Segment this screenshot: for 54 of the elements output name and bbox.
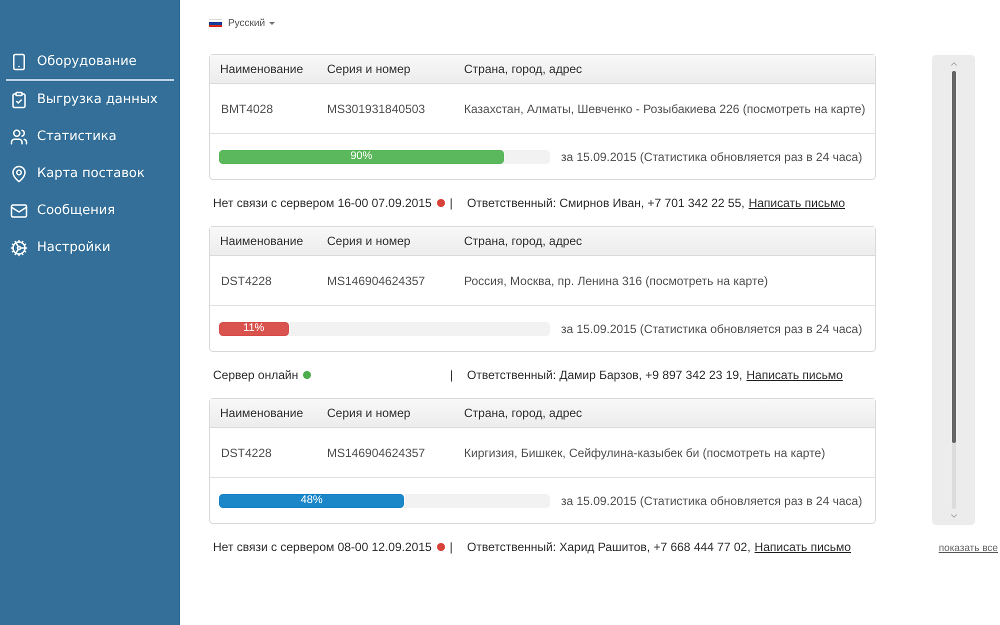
write-letter-link[interactable]: Написать письмо bbox=[754, 538, 851, 556]
sidebar-item[interactable]: Настройки bbox=[6, 229, 174, 266]
responsible-text: Ответственный: Смирнов Иван, +7 701 342 22 55, bbox=[467, 195, 745, 212]
server-status: Сервер онлайн bbox=[213, 367, 298, 384]
separator-text: | bbox=[450, 539, 453, 556]
menu-icon bbox=[10, 128, 28, 146]
server-status: Нет связи с сервером 08-00 12.09.2015 bbox=[213, 539, 432, 556]
sidebar-item[interactable]: Оборудование bbox=[6, 44, 174, 81]
separator-text: | bbox=[450, 367, 453, 384]
responsible-text: Ответственный: Харид Рашитов, +7 668 444 77 02, bbox=[467, 539, 751, 556]
scrollbar[interactable] bbox=[932, 55, 975, 525]
caret-icon bbox=[269, 22, 276, 24]
responsible-text: Ответственный: Дамир Барзов, +9 897 342 23 19, bbox=[467, 367, 742, 384]
column-header: Страна, город, адрес bbox=[464, 61, 582, 78]
column-header: Наименование bbox=[219, 61, 304, 78]
table-cell-text: MS146904624357 bbox=[327, 272, 426, 290]
progress-label: 90% bbox=[349, 150, 374, 164]
table-cell-text: DST4228 bbox=[220, 272, 273, 290]
column-header: Серия и номер bbox=[327, 233, 412, 250]
menu-icon bbox=[10, 90, 28, 108]
progress-label: 11% bbox=[242, 322, 266, 336]
table-cell-text: DST4228 bbox=[220, 444, 273, 462]
menu-icon bbox=[10, 202, 28, 220]
stats-note: за 15.09.2015 (Статистика обновляется раз в 24 часа) bbox=[561, 492, 862, 510]
write-letter-link[interactable]: Написать письмо bbox=[748, 194, 846, 212]
table-cell-text: MS146904624357 bbox=[327, 444, 426, 462]
table-cell-text: Киргизия, Бишкек, Сейфулина-казыбек би (посмотреть на карте) bbox=[464, 444, 826, 462]
column-header: Страна, город, адрес bbox=[464, 405, 582, 422]
stats-note: за 15.09.2015 (Статистика обновляется раз в 24 часа) bbox=[561, 320, 862, 338]
column-header: Наименование bbox=[219, 233, 304, 250]
language-dropdown[interactable]: Русский bbox=[228, 16, 276, 30]
stats-note: за 15.09.2015 (Статистика обновляется раз в 24 часа) bbox=[561, 148, 862, 166]
sidebar-item[interactable]: Статистика bbox=[6, 118, 174, 155]
table-cell-text: BMT4028 bbox=[220, 100, 274, 118]
separator-text: | bbox=[450, 195, 453, 212]
sidebar-item[interactable]: Выгрузка данных bbox=[6, 81, 174, 118]
menu-icon bbox=[10, 238, 28, 256]
column-header: Серия и номер bbox=[327, 405, 412, 422]
progress-label: 48% bbox=[300, 494, 324, 508]
table-cell-text: MS301931840503 bbox=[327, 100, 426, 118]
column-header: Серия и номер bbox=[327, 61, 412, 78]
server-status: Нет связи с сервером 16-00 07.09.2015 bbox=[213, 195, 432, 212]
table-cell-text: Россия, Москва, пр. Ленина 316 (посмотреть на карте) bbox=[464, 272, 768, 290]
sidebar-item[interactable]: Сообщения bbox=[6, 192, 174, 229]
menu-icon bbox=[10, 164, 28, 182]
column-header: Наименование bbox=[219, 405, 304, 422]
scroll-thumb[interactable] bbox=[952, 71, 956, 444]
table-cell-text: Казахстан, Алматы, Шевченко - Розыбакиева 226 (посмотреть на карте) bbox=[464, 100, 866, 118]
menu-icon bbox=[10, 52, 28, 70]
write-letter-link[interactable]: Написать письмо bbox=[746, 366, 843, 384]
show-all-link[interactable]: показать все bbox=[938, 541, 998, 556]
russia-flag-icon bbox=[209, 19, 222, 27]
column-header: Страна, город, адрес bbox=[464, 233, 582, 250]
sidebar-item[interactable]: Карта поставок bbox=[6, 155, 174, 192]
